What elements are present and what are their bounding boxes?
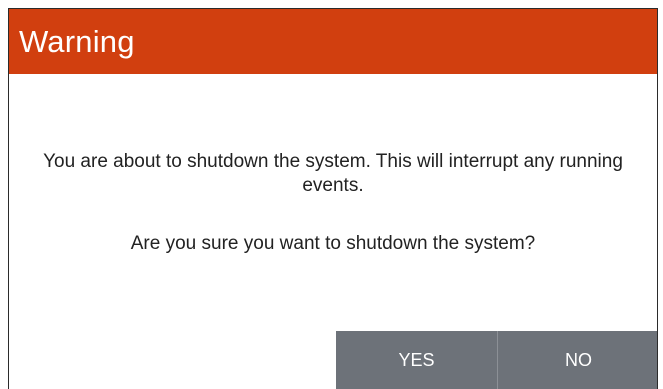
- dialog-title: Warning: [19, 23, 135, 59]
- dialog-question: Are you sure you want to shutdown the sy…: [130, 233, 536, 254]
- yes-button[interactable]: YES: [336, 331, 497, 389]
- dialog-button-row: YES NO: [336, 331, 657, 389]
- warning-dialog: Warning You are about to shutdown the sy…: [8, 8, 658, 389]
- dialog-message: You are about to shutdown the system. Th…: [43, 151, 623, 196]
- no-button[interactable]: NO: [497, 331, 657, 389]
- dialog-content: You are about to shutdown the system. Th…: [9, 74, 657, 331]
- dialog-title-bar: Warning: [9, 9, 657, 74]
